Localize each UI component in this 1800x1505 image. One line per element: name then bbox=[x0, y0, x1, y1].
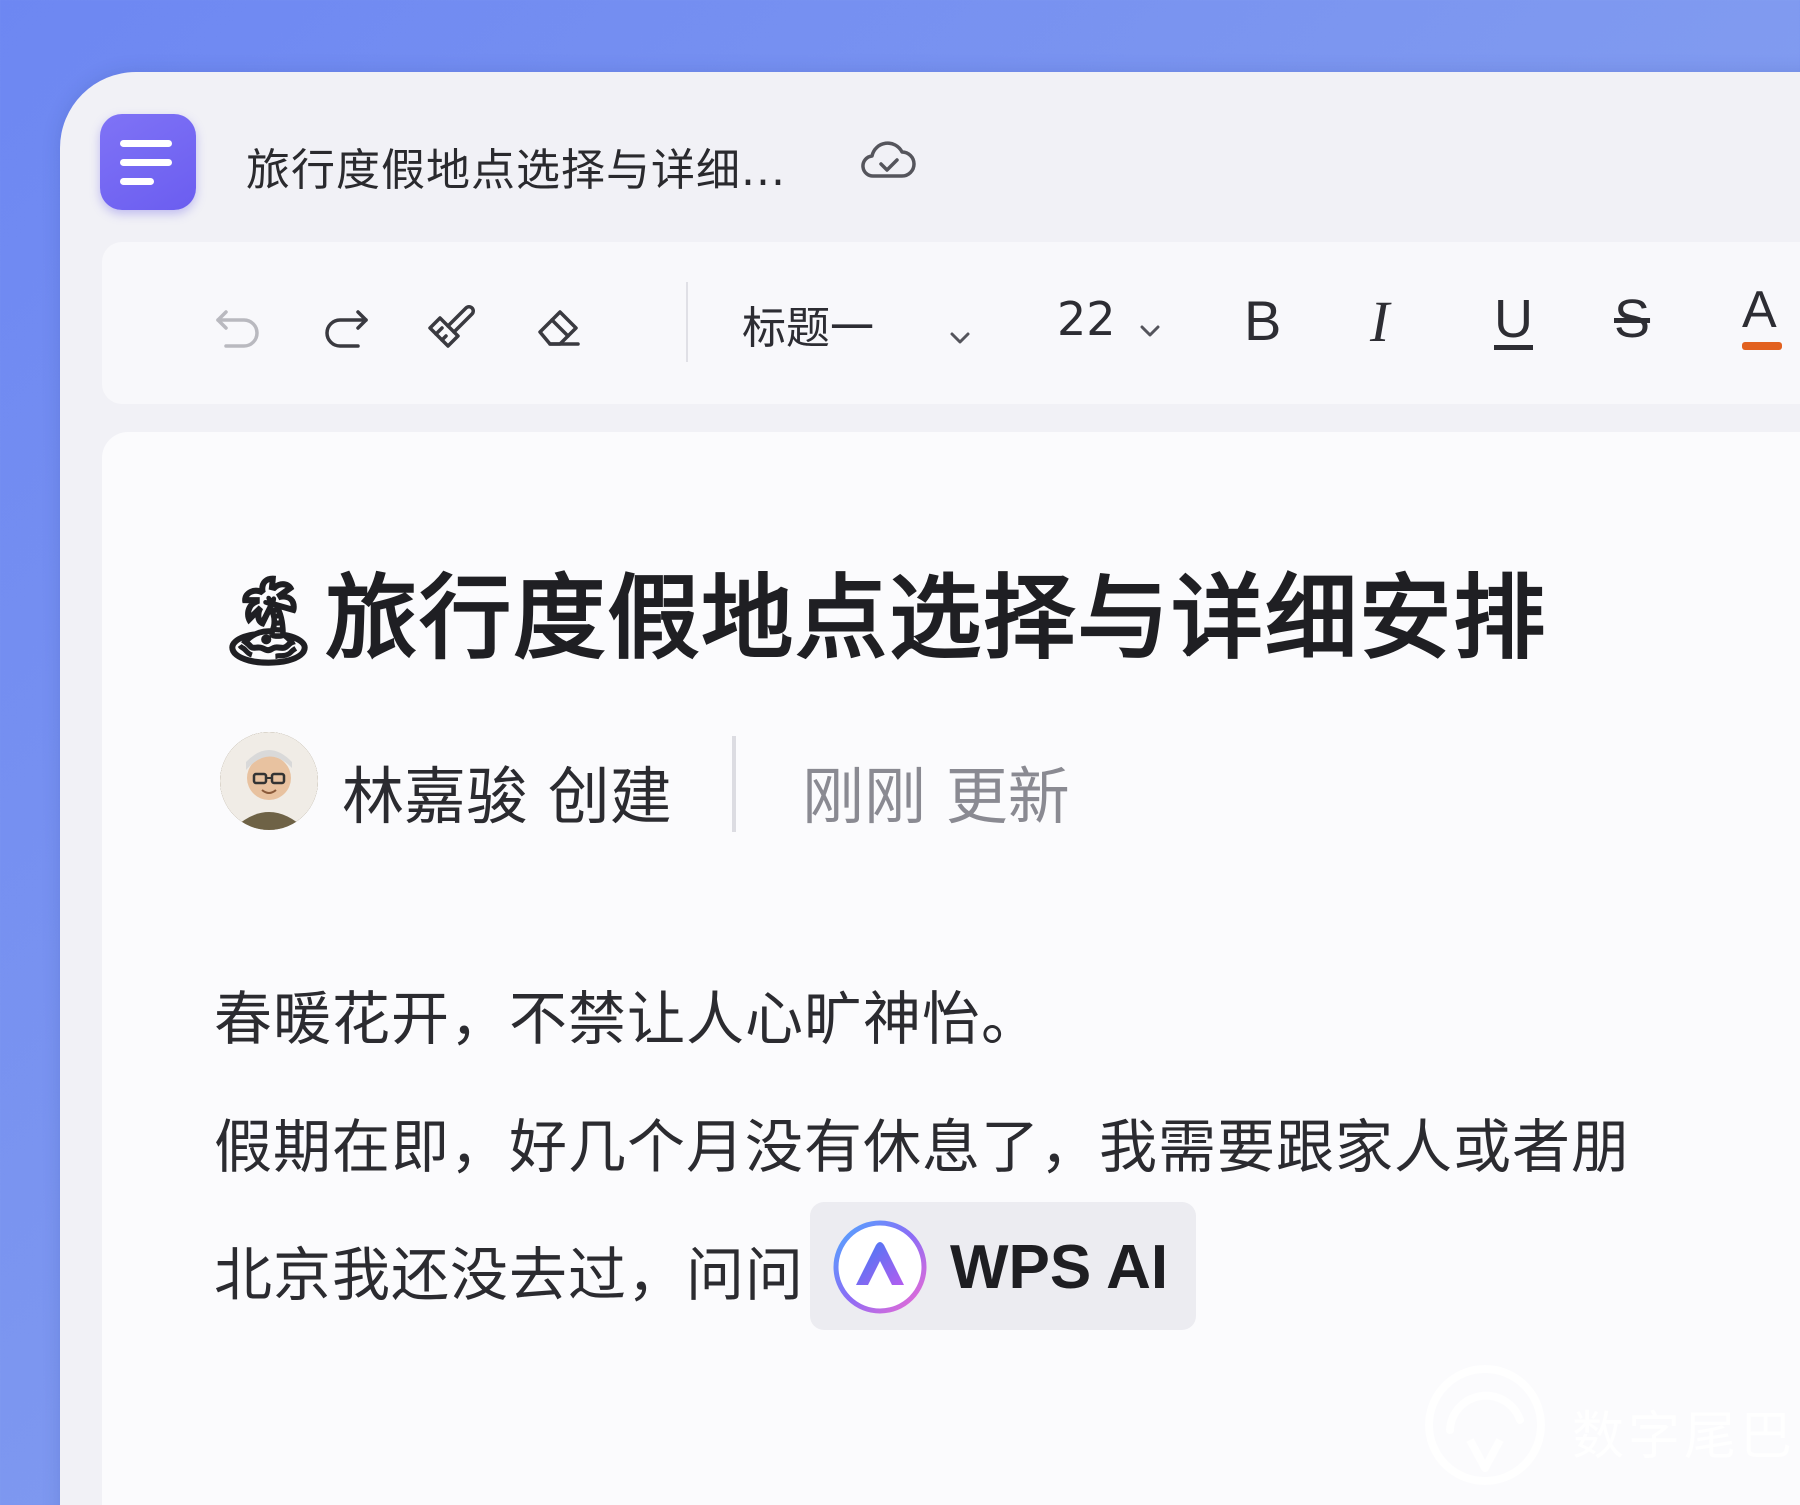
italic-icon: I bbox=[1370, 289, 1390, 354]
eraser-icon[interactable] bbox=[530, 298, 586, 358]
bold-icon: B bbox=[1244, 289, 1282, 352]
author-label: 林嘉骏 创建 bbox=[342, 760, 672, 833]
chevron-down-icon bbox=[948, 306, 972, 357]
document-title[interactable]: 🏝旅行度假地点选择与详细安排 bbox=[214, 544, 1547, 677]
watermark-logo bbox=[1420, 1360, 1550, 1494]
document-meta: 林嘉骏 创建 刚刚 更新 bbox=[220, 732, 1220, 833]
island-emoji: 🏝 bbox=[214, 571, 326, 671]
paragraph-style-select[interactable]: 标题一 bbox=[742, 292, 972, 357]
strikethrough-button[interactable]: S bbox=[1614, 288, 1650, 350]
meta-separator bbox=[732, 736, 736, 832]
document-editor[interactable]: 🏝旅行度假地点选择与详细安排 林嘉骏 创建 刚刚 更新 春暖花开，不禁让人心旷神… bbox=[102, 432, 1800, 1505]
font-size-value: 22 bbox=[1057, 292, 1116, 346]
document-title-text: 旅行度假地点选择与详细安排 bbox=[325, 565, 1548, 672]
wps-ai-chip[interactable]: WPS AI bbox=[810, 1202, 1196, 1330]
underline-button[interactable]: U bbox=[1494, 288, 1533, 350]
watermark-text: 数字尾巴 bbox=[1572, 1407, 1797, 1467]
chevron-down-icon bbox=[1138, 296, 1162, 350]
document-lines-icon[interactable] bbox=[100, 114, 196, 210]
avatar[interactable] bbox=[220, 732, 318, 830]
underline-icon: U bbox=[1494, 289, 1533, 349]
paragraph[interactable]: 北京我还没去过，问问 bbox=[214, 1228, 804, 1312]
redo-icon[interactable] bbox=[320, 298, 372, 354]
paragraph[interactable]: 春暖花开，不禁让人心旷神怡。 bbox=[214, 972, 1040, 1056]
strikethrough-icon: S bbox=[1614, 289, 1651, 349]
font-color-icon: A bbox=[1742, 281, 1777, 339]
paragraph-style-value: 标题一 bbox=[742, 303, 874, 354]
toolbar-separator bbox=[686, 282, 688, 362]
format-painter-icon[interactable] bbox=[422, 298, 478, 358]
editor-window: 旅行度假地点选择与详细... 标题一 22 B I U S A 🏝旅行度假地点选… bbox=[60, 72, 1800, 1505]
font-size-select[interactable]: 22 bbox=[1057, 292, 1162, 350]
updated-label: 刚刚 更新 bbox=[802, 760, 1070, 833]
document-tab-title[interactable]: 旅行度假地点选择与详细... bbox=[246, 134, 786, 198]
font-color-swatch bbox=[1742, 342, 1782, 350]
wps-ai-logo-icon bbox=[833, 1220, 927, 1314]
italic-button[interactable]: I bbox=[1370, 288, 1389, 355]
cloud-check-icon[interactable] bbox=[858, 136, 918, 190]
wps-ai-label: WPS AI bbox=[950, 1233, 1169, 1302]
bold-button[interactable]: B bbox=[1244, 288, 1281, 353]
formatting-toolbar: 标题一 22 B I U S A bbox=[102, 242, 1800, 404]
watermark: 数字尾巴 bbox=[1420, 1360, 1792, 1490]
font-color-button[interactable]: A bbox=[1742, 282, 1782, 350]
undo-icon[interactable] bbox=[212, 298, 264, 354]
paragraph[interactable]: 假期在即，好几个月没有休息了，我需要跟家人或者朋 bbox=[214, 1100, 1630, 1184]
title-bar: 旅行度假地点选择与详细... bbox=[60, 72, 1800, 232]
